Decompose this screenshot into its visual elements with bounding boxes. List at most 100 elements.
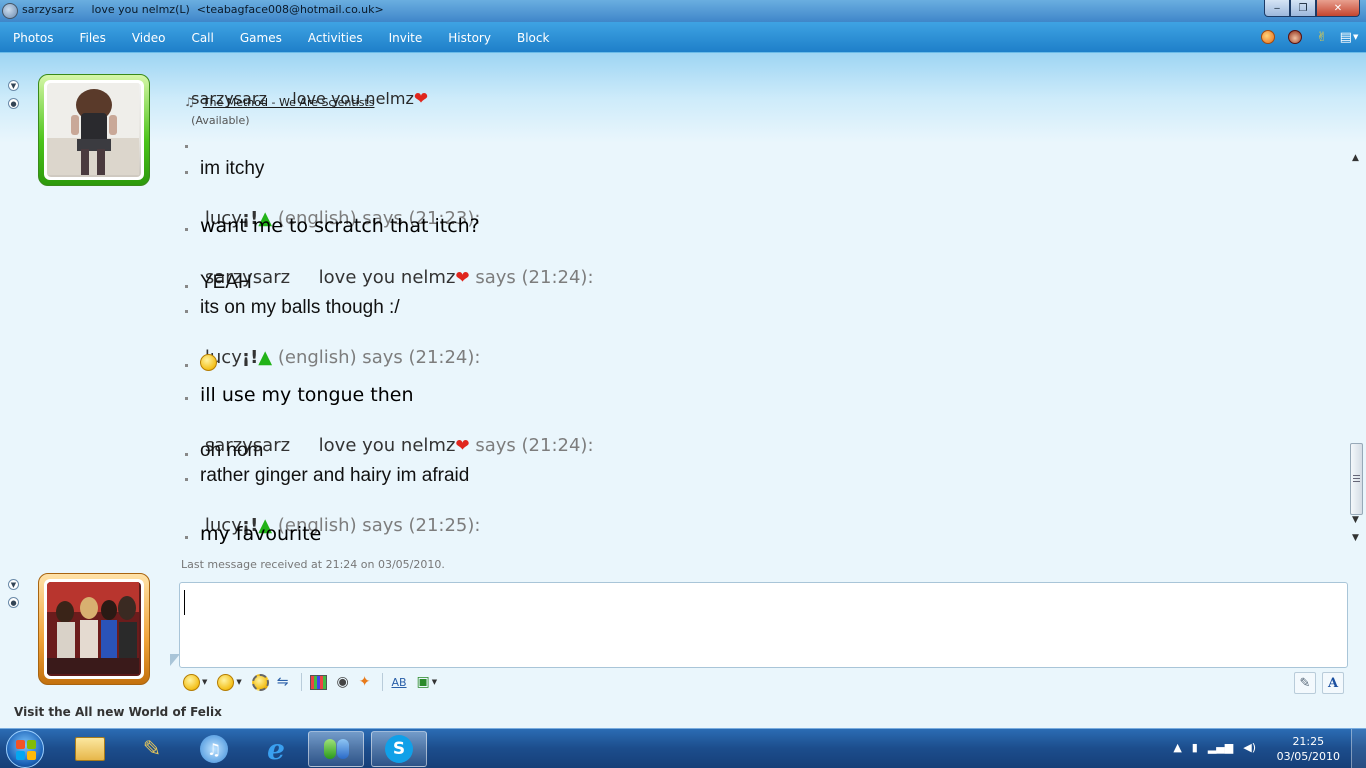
wink-icon bbox=[217, 673, 235, 691]
explorer-taskbar-button[interactable] bbox=[62, 731, 118, 767]
message-text: want me to scratch that itch? bbox=[200, 215, 480, 237]
collapse-icon[interactable]: ▼ bbox=[8, 579, 19, 590]
scroll-up-icon[interactable]: ▲ bbox=[1352, 153, 1359, 163]
user-avatar[interactable] bbox=[38, 573, 150, 685]
folder-icon bbox=[75, 737, 105, 761]
contact-photo bbox=[47, 83, 139, 175]
background-button[interactable] bbox=[309, 672, 327, 692]
message-text: rather ginger and hairy im afraid bbox=[200, 465, 470, 486]
handwrite-button[interactable]: ✎ bbox=[1294, 672, 1316, 694]
music-note-icon: ♫ bbox=[184, 95, 195, 109]
menu-files[interactable]: Files bbox=[66, 31, 118, 45]
personal-message: ♫ The Method - We Are Scientists bbox=[184, 95, 374, 109]
games-icon[interactable] bbox=[1259, 28, 1277, 46]
webcam-icon[interactable]: ● bbox=[8, 597, 19, 608]
menu-bar: Photos Files Video Call Games Activities… bbox=[0, 22, 1366, 53]
webcam-icon[interactable]: ● bbox=[8, 98, 19, 109]
heart-emoticon-icon: ❤ bbox=[455, 436, 470, 456]
minimize-button[interactable]: ‒ bbox=[1264, 0, 1290, 17]
bullet bbox=[185, 284, 188, 288]
triangle-icon: ▲ bbox=[258, 347, 273, 368]
message-line: im itchy bbox=[185, 158, 264, 180]
power-icon[interactable]: ▮ bbox=[1192, 741, 1198, 754]
wink-button[interactable]: ▼ bbox=[217, 672, 242, 692]
input-pointer bbox=[170, 654, 180, 666]
bullet bbox=[185, 145, 188, 148]
bullet bbox=[185, 452, 188, 456]
message-line: its on my balls though :/ bbox=[185, 297, 400, 319]
heart-emoticon-icon: ❤ bbox=[413, 89, 429, 109]
internet-explorer-taskbar-button[interactable]: e bbox=[248, 731, 304, 767]
skype-icon: S bbox=[385, 735, 413, 763]
voice-clip-button[interactable] bbox=[251, 672, 269, 692]
conversation-history[interactable]: im itchy lucy¡!▲ (english) says (21:23):… bbox=[175, 143, 1348, 548]
menu-activities[interactable]: Activities bbox=[295, 31, 376, 45]
puzzle-icon: ✦ bbox=[358, 674, 371, 690]
itunes-taskbar-button[interactable]: ♫ bbox=[186, 731, 242, 767]
show-hidden-icons-icon[interactable]: ▲ bbox=[1173, 741, 1181, 754]
speaker-icon: ◉ bbox=[336, 674, 349, 690]
menu-block[interactable]: Block bbox=[504, 31, 562, 45]
network-icon[interactable]: ▂▄▆ bbox=[1208, 741, 1233, 754]
title-bar: sarzysarz love you nelmz(L) <teabagface0… bbox=[0, 0, 1366, 22]
scroll-thumb[interactable] bbox=[1350, 443, 1363, 515]
close-button[interactable]: ✕ bbox=[1316, 0, 1360, 17]
smiley-icon bbox=[183, 673, 200, 691]
message-input[interactable] bbox=[179, 582, 1348, 668]
sender-suffix: ¡! bbox=[241, 347, 259, 368]
clock[interactable]: 21:25 03/05/2010 bbox=[1277, 734, 1340, 764]
status-badge: (Available) bbox=[191, 114, 250, 127]
sender-timestamp: says (21:24): bbox=[469, 267, 594, 288]
emoticon-button[interactable]: ▼ bbox=[183, 672, 207, 692]
bullet bbox=[185, 477, 188, 481]
sound-button[interactable]: ◉ bbox=[337, 672, 349, 692]
menu-invite[interactable]: Invite bbox=[376, 31, 436, 45]
photo-share-icon: ▣ bbox=[416, 674, 430, 690]
conversation-scrollbar[interactable]: ▲ ▼ ▼ bbox=[1348, 143, 1366, 548]
messenger-taskbar-button[interactable] bbox=[308, 731, 364, 767]
menu-history[interactable]: History bbox=[435, 31, 504, 45]
skype-taskbar-button[interactable]: S bbox=[371, 731, 427, 767]
bullet bbox=[185, 309, 188, 313]
scroll-down-icon[interactable]: ▼ bbox=[1352, 515, 1359, 525]
collapse-icon[interactable]: ▼ bbox=[8, 80, 19, 91]
paint-icon: ✎ bbox=[142, 736, 162, 762]
message-line: rather ginger and hairy im afraid bbox=[185, 465, 469, 487]
show-desktop-button[interactable] bbox=[1351, 729, 1366, 768]
paint-taskbar-button[interactable]: ✎ bbox=[124, 731, 180, 767]
voice-clip-icon bbox=[251, 673, 269, 691]
handwriting-button[interactable]: AB bbox=[391, 672, 406, 692]
window-controls: ‒ ❐ ✕ bbox=[1264, 0, 1360, 18]
layout-icon[interactable]: ▤ ▼ bbox=[1340, 28, 1359, 46]
message-text: its on my balls though :/ bbox=[200, 297, 400, 318]
heart-emoticon-icon: ❤ bbox=[455, 268, 470, 288]
itunes-icon: ♫ bbox=[200, 735, 228, 763]
message-line bbox=[185, 143, 200, 148]
maximize-button[interactable]: ❐ bbox=[1290, 0, 1316, 17]
internet-explorer-icon: e bbox=[267, 732, 285, 766]
bullet bbox=[185, 396, 188, 400]
send-files-button[interactable]: ▣ ▼ bbox=[417, 672, 438, 692]
system-tray: ▲ ▮ ▂▄▆ ◀) bbox=[1173, 741, 1256, 754]
nudge-button[interactable]: ⇋ bbox=[277, 672, 289, 692]
winks-icon[interactable]: ✌ bbox=[1313, 28, 1331, 46]
menu-video[interactable]: Video bbox=[119, 31, 179, 45]
song-link[interactable]: The Method - We Are Scientists bbox=[203, 96, 375, 109]
bullet bbox=[185, 364, 188, 367]
font-button[interactable]: A bbox=[1322, 672, 1344, 694]
volume-icon[interactable]: ◀) bbox=[1243, 741, 1256, 754]
start-button[interactable] bbox=[6, 730, 44, 768]
bullet bbox=[185, 227, 188, 231]
menu-photos[interactable]: Photos bbox=[0, 31, 66, 45]
menu-games[interactable]: Games bbox=[227, 31, 295, 45]
message-text: YEAH bbox=[200, 272, 252, 293]
scroll-end-icon[interactable]: ▼ bbox=[1352, 533, 1359, 543]
taskbar: ✎ ♫ e S ▲ ▮ ▂▄▆ ◀) 21:25 03/05/2010 bbox=[0, 728, 1366, 768]
font-icon: A bbox=[1327, 675, 1339, 691]
menu-call[interactable]: Call bbox=[178, 31, 226, 45]
ad-banner-text[interactable]: Visit the All new World of Felix bbox=[14, 705, 222, 719]
contact-avatar[interactable] bbox=[38, 74, 150, 186]
windows-logo-icon bbox=[16, 740, 36, 760]
game-button[interactable]: ✦ bbox=[359, 672, 371, 692]
character-icon[interactable] bbox=[1286, 28, 1304, 46]
